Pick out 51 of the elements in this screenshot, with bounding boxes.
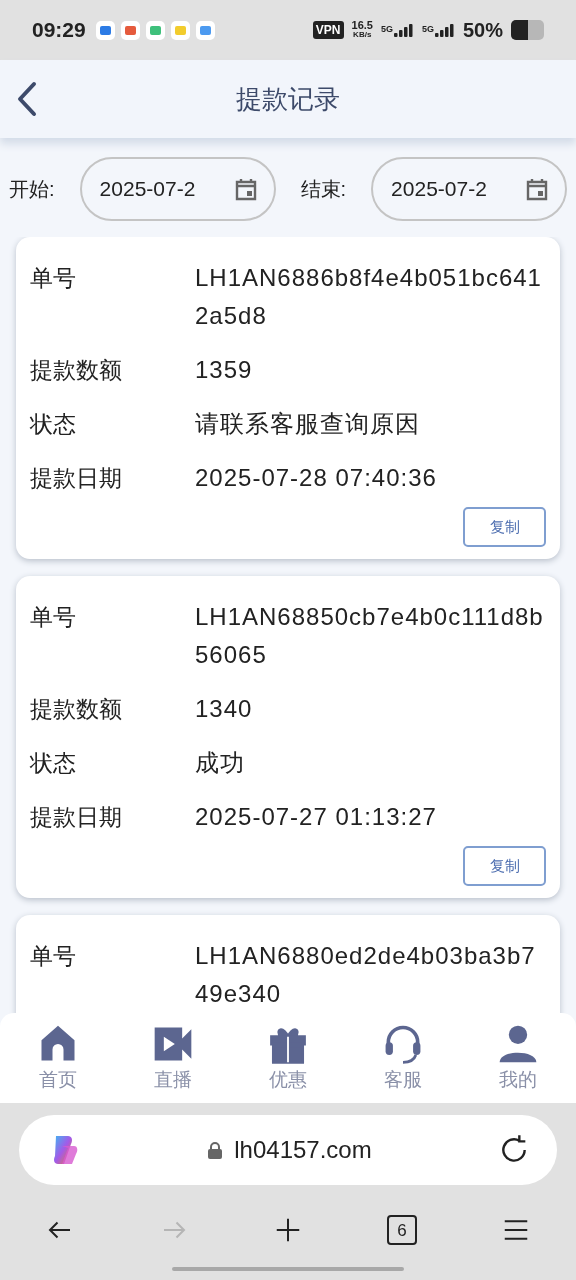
calendar-icon[interactable]	[525, 177, 549, 201]
copy-button[interactable]: 复制	[463, 507, 546, 547]
field-value: 成功	[195, 748, 246, 778]
app-icon	[145, 20, 165, 40]
app-icon	[170, 20, 190, 40]
end-date-field[interactable]: 2025-07-2	[371, 157, 567, 221]
signal-icon	[393, 23, 414, 37]
field-value: 2025-07-27 01:13:27	[195, 802, 438, 832]
field-label: 单号	[30, 942, 77, 971]
field-label: 状态	[30, 410, 77, 439]
copy-button[interactable]: 复制	[463, 846, 546, 886]
clock: 09:29	[32, 17, 86, 44]
vpn-badge: VPN	[312, 21, 344, 39]
page-title: 提款记录	[236, 82, 340, 116]
battery-icon	[511, 20, 544, 40]
field-value: LH1AN68850cb7e4b0c111d8b56065	[195, 602, 545, 670]
tab-bar-item[interactable]: 首页	[17, 1021, 98, 1095]
field-label: 提款数额	[30, 695, 123, 724]
network-speed: 16.5	[351, 20, 373, 30]
field-label: 状态	[30, 749, 77, 778]
address-bar[interactable]: lh04157.com	[19, 1115, 557, 1185]
field-label: 提款日期	[30, 464, 123, 493]
tab-bar-item[interactable]: 优惠	[247, 1021, 328, 1095]
battery-percent: 50%	[462, 18, 503, 43]
field-label: 单号	[30, 264, 77, 293]
field-label: 单号	[30, 603, 77, 632]
field-value: 1359	[195, 355, 254, 385]
app-icon	[120, 20, 140, 40]
network-type: 5G	[421, 23, 434, 36]
field-value: LH1AN6886b8f4e4b051bc6412a5d8	[195, 263, 543, 331]
lock-icon	[208, 1141, 223, 1159]
field-value: 请联系客服查询原因	[195, 409, 421, 439]
tab-bar-item[interactable]: 客服	[363, 1021, 444, 1095]
network-type: 5G	[380, 23, 393, 36]
start-date-field[interactable]: 2025-07-2	[79, 157, 276, 221]
speed-unit: KB/s	[353, 30, 372, 40]
url-text: lh04157.com	[234, 1135, 372, 1165]
field-value: 1340	[195, 694, 254, 724]
tab-bar-item[interactable]: 直播	[132, 1021, 213, 1095]
end-label: 结束:	[300, 177, 348, 202]
tab-count-button[interactable]: 6	[387, 1215, 417, 1245]
field-value: 2025-07-28 07:40:36	[195, 463, 438, 493]
calendar-icon[interactable]	[233, 177, 258, 201]
field-value: LH1AN6880ed2de4b03ba3b749e340	[195, 941, 537, 1009]
signal-icon	[434, 23, 455, 37]
app-icon	[195, 20, 215, 40]
field-label: 提款日期	[30, 803, 123, 832]
tab-bar-item[interactable]: 我的	[478, 1021, 559, 1095]
field-label: 提款数额	[30, 356, 123, 385]
app-icon	[95, 20, 115, 40]
start-label: 开始:	[9, 177, 56, 202]
